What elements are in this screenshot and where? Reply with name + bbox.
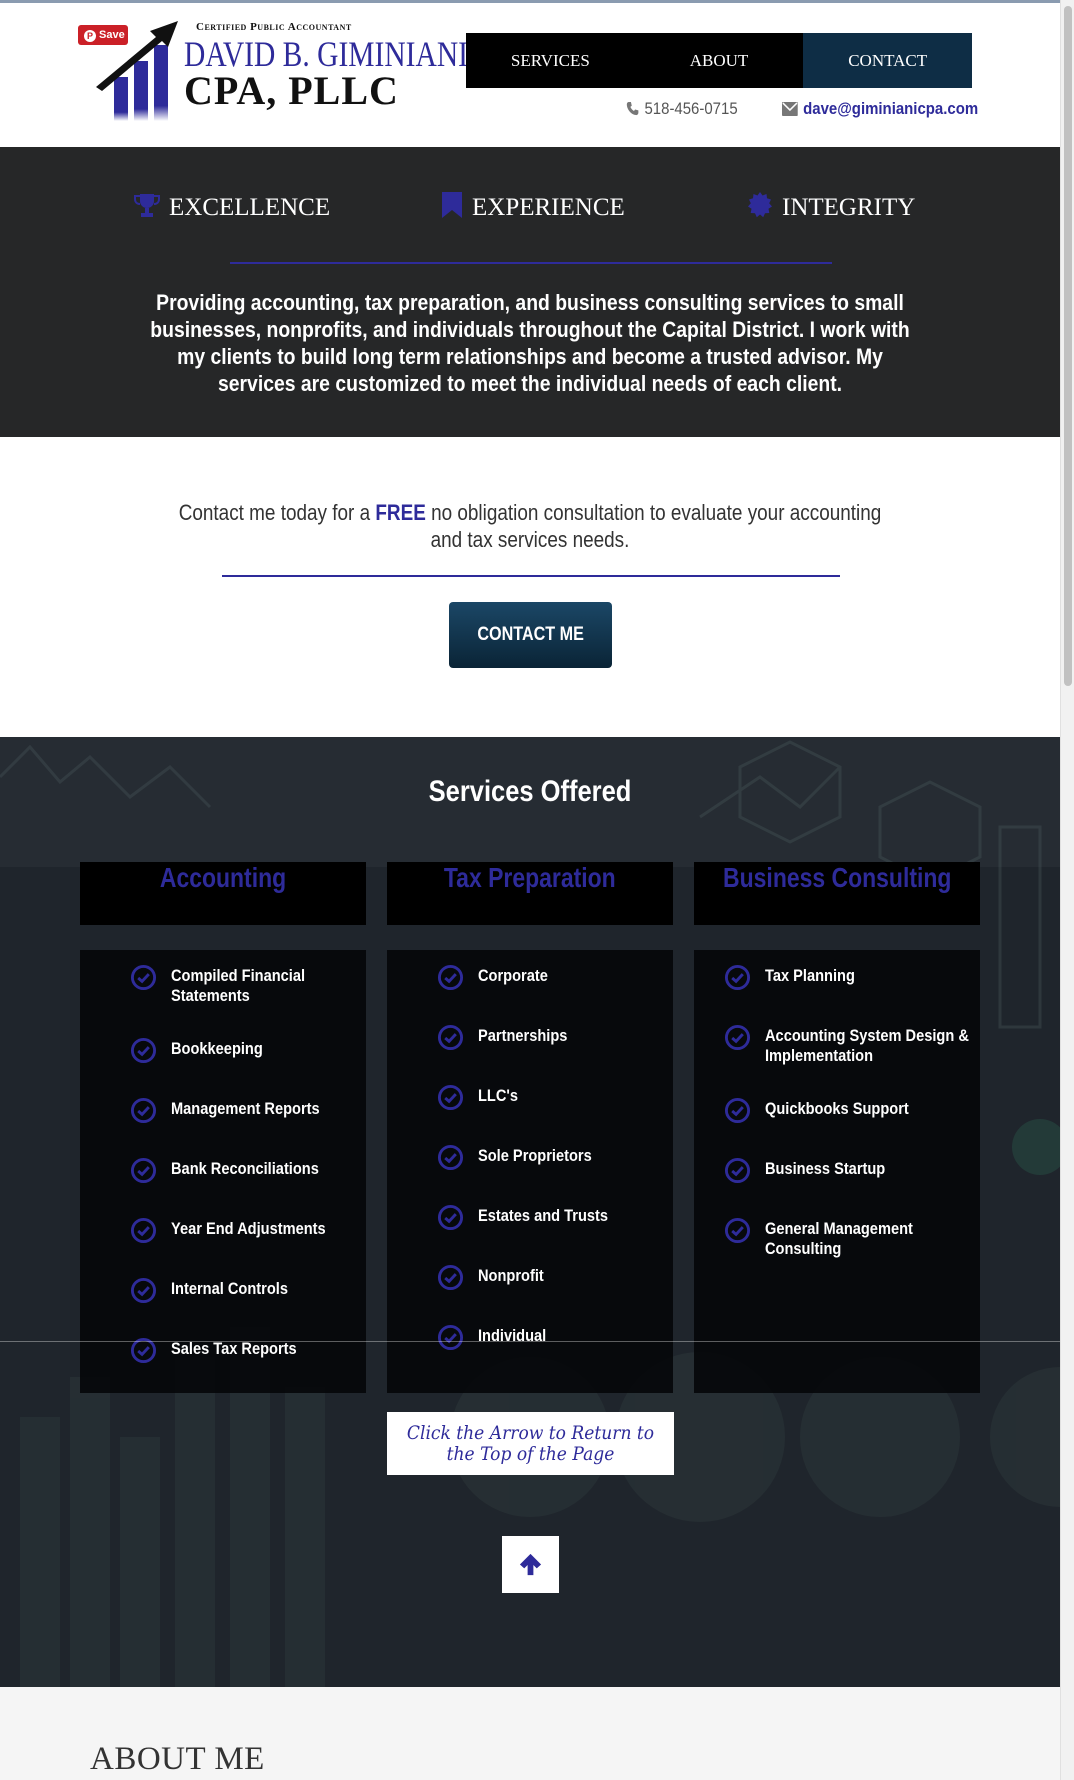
nav-about[interactable]: ABOUT <box>635 33 804 88</box>
phone-icon <box>626 101 639 116</box>
cta-text-before: Contact me today for a <box>178 500 376 525</box>
check-circle-icon <box>437 1204 464 1231</box>
site-logo[interactable]: Certified Public Accountant DAVID B. GIM… <box>96 17 468 121</box>
list-item-label: Year End Adjustments <box>171 1219 326 1238</box>
certificate-icon <box>748 192 772 218</box>
check-circle-icon <box>130 1097 157 1124</box>
nav-services[interactable]: SERVICES <box>466 33 635 88</box>
values-band: EXCELLENCE EXPERIENCE INTEGRITY Providin… <box>0 147 1060 437</box>
check-circle-icon <box>724 964 751 991</box>
trophy-icon <box>134 194 160 217</box>
logo-kicker: Certified Public Accountant <box>196 21 352 33</box>
check-circle-icon <box>724 1157 751 1184</box>
list-item-label: Internal Controls <box>171 1279 288 1298</box>
list-item-label: Accounting System Design & Implementatio… <box>765 1026 969 1065</box>
check-circle-icon <box>437 1084 464 1111</box>
list-item-label: Business Startup <box>765 1159 886 1178</box>
contact-me-label: CONTACT ME <box>477 624 584 645</box>
check-circle-icon <box>437 964 464 991</box>
column-heading-business-consulting[interactable]: Business Consulting <box>694 862 980 925</box>
list-item-label: Sales Tax Reports <box>171 1339 297 1358</box>
main-nav: SERVICES ABOUT CONTACT <box>466 33 973 88</box>
cta-free: FREE <box>375 500 426 525</box>
check-circle-icon <box>130 1157 157 1184</box>
cta-divider <box>222 575 840 577</box>
list-item-label: Management Reports <box>171 1099 320 1118</box>
value-experience: EXPERIENCE <box>440 191 625 222</box>
list-item-label: LLC's <box>478 1086 519 1105</box>
column-heading-label: Accounting <box>159 862 287 893</box>
values-divider <box>230 262 832 264</box>
check-circle-icon <box>724 1097 751 1124</box>
email-link[interactable]: dave@giminianicpa.com <box>782 99 978 119</box>
pinterest-icon: P <box>84 30 96 42</box>
return-note-text: Click the Arrow to Return to the Top of … <box>406 1422 655 1465</box>
about-section: ABOUT ME <box>0 1687 1060 1780</box>
column-heading-tax-preparation[interactable]: Tax Preparation <box>387 862 673 925</box>
column-heading-label: Business Consulting <box>722 862 952 893</box>
column-heading-accounting[interactable]: Accounting <box>80 862 366 925</box>
column-list-business-consulting: Tax Planning Accounting System Design & … <box>694 950 980 1393</box>
contact-me-button[interactable]: CONTACT ME <box>449 602 612 668</box>
list-item-label: General Management Consulting <box>765 1219 913 1258</box>
bookmark-icon <box>442 192 462 218</box>
list-item-label: Estates and Trusts <box>478 1206 609 1225</box>
column-heading-label: Tax Preparation <box>444 862 616 893</box>
list-item-label: Nonprofit <box>478 1266 544 1285</box>
list-item-label: Bookkeeping <box>171 1039 263 1058</box>
services-section: Services Offered Accounting Compiled Fin… <box>0 737 1060 1687</box>
scrollbar-thumb[interactable] <box>1064 6 1072 686</box>
phone-link[interactable]: 518-456-0715 <box>626 99 738 119</box>
page: P Save Certified Public Accountant DAVID … <box>0 0 1060 1780</box>
check-circle-icon <box>130 1277 157 1304</box>
check-circle-icon <box>437 1324 464 1351</box>
column-list-accounting: Compiled Financial Statements Bookkeepin… <box>80 950 366 1393</box>
logo-firm: CPA, PLLC <box>184 68 399 113</box>
arrow-up-icon <box>519 1553 542 1576</box>
cta-text: Contact me today for a FREE no obligatio… <box>169 499 891 553</box>
about-title: ABOUT ME <box>90 1741 265 1777</box>
list-item-label: Bank Reconciliations <box>171 1159 319 1178</box>
intro-description: Providing accounting, tax preparation, a… <box>150 290 910 396</box>
value-label: EXCELLENCE <box>169 194 331 221</box>
column-list-tax-preparation: Corporate Partnerships LLC's Sole Propri… <box>387 950 673 1393</box>
check-circle-icon <box>724 1024 751 1051</box>
check-circle-icon <box>130 964 157 991</box>
value-integrity: INTEGRITY <box>746 191 915 222</box>
email-address: dave@giminianicpa.com <box>803 99 979 118</box>
check-circle-icon <box>130 1037 157 1064</box>
list-item-label: Corporate <box>478 966 548 985</box>
list-item-label: Individual <box>478 1326 547 1345</box>
phone-number: 518-456-0715 <box>644 99 738 118</box>
check-circle-icon <box>437 1024 464 1051</box>
list-item-label: Partnerships <box>478 1026 568 1045</box>
check-circle-icon <box>724 1217 751 1244</box>
check-circle-icon <box>130 1217 157 1244</box>
page-scrollbar[interactable] <box>1060 0 1074 1780</box>
nav-contact[interactable]: CONTACT <box>803 33 973 88</box>
envelope-icon <box>782 102 798 116</box>
value-label: INTEGRITY <box>782 194 916 221</box>
list-item-label: Compiled Financial Statements <box>171 966 306 1005</box>
back-to-top-button[interactable] <box>502 1536 559 1593</box>
value-excellence: EXCELLENCE <box>133 191 330 222</box>
check-circle-icon <box>437 1144 464 1171</box>
check-circle-icon <box>437 1264 464 1291</box>
services-title: Services Offered <box>428 775 632 808</box>
list-item-label: Quickbooks Support <box>765 1099 909 1118</box>
list-item-label: Tax Planning <box>765 966 855 985</box>
logo-bars-icon <box>96 21 178 121</box>
list-item-label: Sole Proprietors <box>478 1146 592 1165</box>
background-line <box>0 1341 1060 1342</box>
site-header: P Save Certified Public Accountant DAVID … <box>0 3 1060 147</box>
cta-text-after: no obligation consultation to evaluate y… <box>425 500 882 552</box>
return-to-top-note: Click the Arrow to Return to the Top of … <box>387 1412 674 1475</box>
value-label: EXPERIENCE <box>472 194 625 221</box>
consultation-cta: Contact me today for a FREE no obligatio… <box>0 437 1060 737</box>
